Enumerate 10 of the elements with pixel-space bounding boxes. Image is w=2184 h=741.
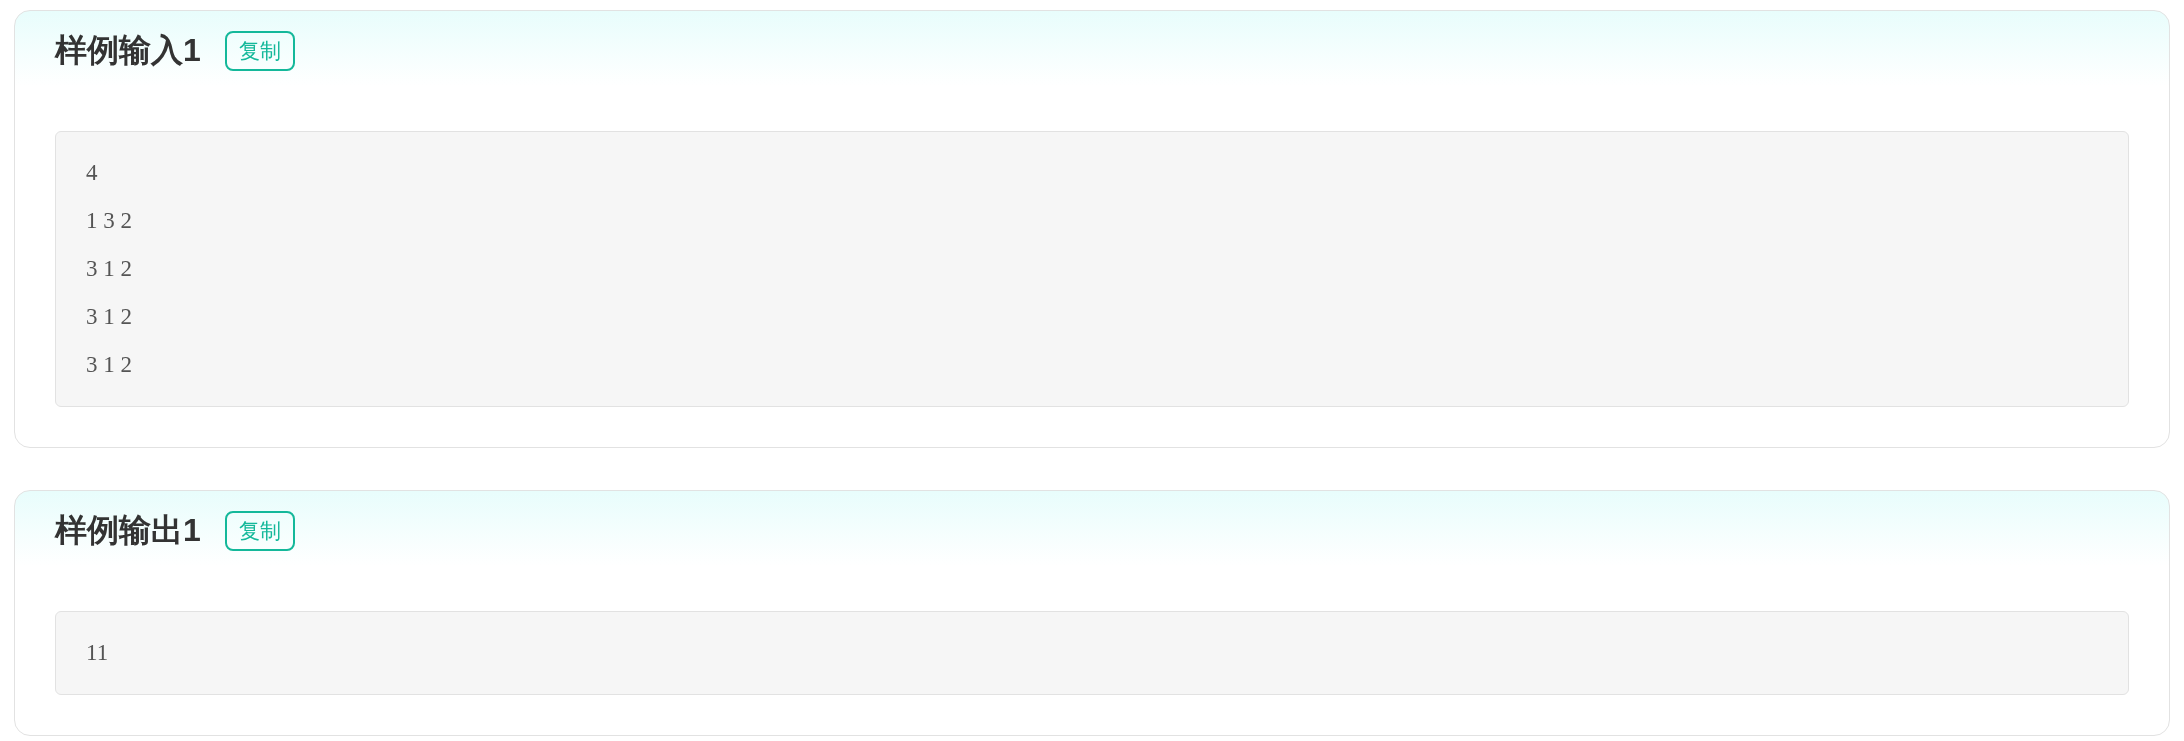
code-line: 4 — [86, 159, 99, 187]
copy-button[interactable]: 复制 — [224, 31, 295, 71]
code-line: 1 3 2 — [86, 207, 133, 235]
section-title: 样例输出1 — [55, 511, 201, 550]
code-line: 11 — [86, 639, 110, 667]
code-line: 3 1 2 — [86, 303, 133, 331]
section-title: 样例输入1 — [55, 31, 201, 70]
code-line: 3 1 2 — [86, 351, 133, 379]
copy-button[interactable]: 复制 — [224, 511, 295, 551]
code-line: 3 1 2 — [86, 255, 133, 283]
